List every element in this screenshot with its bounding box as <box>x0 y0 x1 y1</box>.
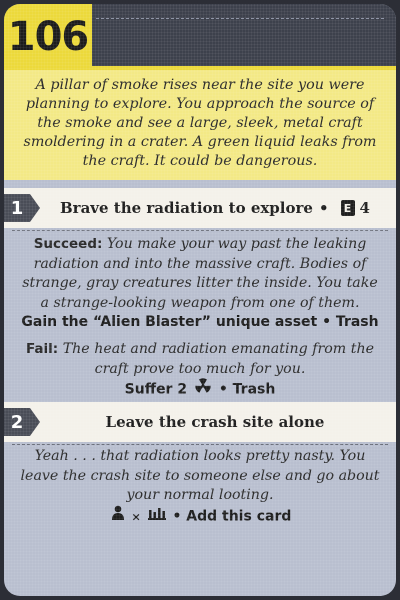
times-symbol: × <box>131 510 141 524</box>
option-2-divider <box>12 444 388 445</box>
player-icon <box>111 505 125 528</box>
header-dashed-line <box>96 18 384 19</box>
fail-result-suffix: • Trash <box>218 381 276 398</box>
fail-block: Fail: The heat and radiation emanating f… <box>16 340 384 379</box>
succeed-keyword: Succeed: <box>33 236 103 252</box>
fail-result-prefix: Suffer 2 <box>124 381 188 398</box>
option-2-text: Yeah . . . that radiation looks pretty n… <box>20 448 380 503</box>
option-2-badge: 2 <box>4 408 40 436</box>
fail-result: Suffer 2 • Trash <box>16 378 384 401</box>
option-1-bar[interactable]: 1 Brave the radiation to explore • E 4 <box>4 188 396 228</box>
option-1-label: Brave the radiation to explore <box>60 199 313 217</box>
card-number: 106 <box>4 4 92 70</box>
settlement-icon <box>147 506 166 527</box>
intro-text: A pillar of smoke rises near the site yo… <box>4 66 396 180</box>
option-2-result-suffix: • Add this card <box>172 508 292 525</box>
e-stat-icon: E <box>340 200 355 216</box>
option-1-separator: • <box>318 199 329 217</box>
succeed-block: Succeed: You make your way past the leak… <box>16 235 384 313</box>
option-2-label: Leave the crash site alone <box>105 413 325 431</box>
option-1-badge: 1 <box>4 194 40 222</box>
option-2-bar[interactable]: 2 Leave the crash site alone <box>4 402 396 442</box>
fail-keyword: Fail: <box>25 341 59 357</box>
option-1-divider <box>12 230 388 231</box>
fail-text: The heat and radiation emanating from th… <box>62 341 374 377</box>
option-1-test: E 4 <box>340 199 370 217</box>
encounter-card: 106 A pillar of smoke rises near the sit… <box>4 4 396 596</box>
option-1-test-value: 4 <box>359 199 370 217</box>
option-2-result: × • Add this card <box>16 505 384 528</box>
succeed-result: Gain the “Alien Blaster” unique asset • … <box>21 314 379 330</box>
radiation-icon <box>194 378 212 401</box>
option-1-label-row: Brave the radiation to explore • E 4 <box>44 188 386 228</box>
